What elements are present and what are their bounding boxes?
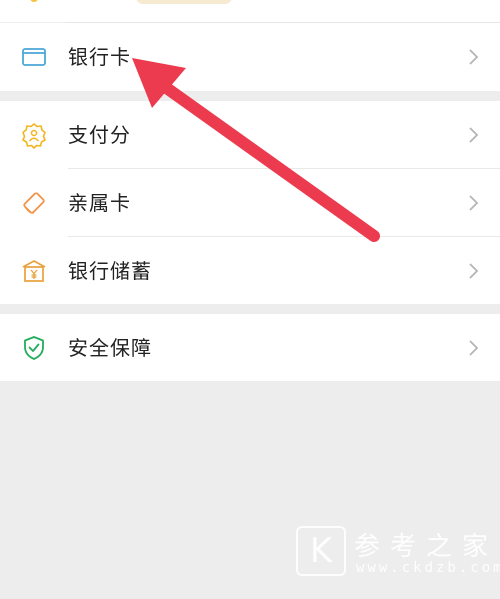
previous-row-icon (30, 0, 38, 2)
bank-card-icon (20, 43, 48, 71)
chevron-right-icon (468, 48, 480, 66)
chevron-right-icon (468, 126, 480, 144)
watermark-logo: K (296, 526, 346, 576)
shield-icon (20, 334, 48, 362)
previous-row-badge (136, 0, 232, 4)
previous-row-fragment[interactable] (0, 0, 500, 22)
chevron-right-icon (468, 262, 480, 280)
menu-item-label: 亲属卡 (68, 191, 131, 215)
watermark-url: www.ckdzb.com (356, 560, 500, 576)
chevron-right-icon (468, 339, 480, 357)
watermark: K 参考之家 www.ckdzb.com (296, 526, 500, 582)
menu-item-family-card[interactable]: 亲属卡 (0, 169, 500, 237)
menu-item-payment-score[interactable]: 支付分 (0, 101, 500, 169)
menu-item-label: 安全保障 (68, 336, 152, 360)
menu-item-bank-card[interactable]: 银行卡 (0, 23, 500, 91)
menu-item-security[interactable]: 安全保障 (0, 314, 500, 382)
bank-savings-icon (20, 257, 48, 285)
menu-group-security: 安全保障 (0, 314, 500, 381)
payment-score-icon (20, 121, 48, 149)
menu-item-bank-savings[interactable]: 银行储蓄 (0, 237, 500, 305)
menu-group-cards: 银行卡 (0, 23, 500, 91)
menu-item-label: 银行储蓄 (68, 259, 152, 283)
watermark-title: 参考之家 (354, 532, 499, 562)
chevron-right-icon (468, 194, 480, 212)
menu-item-label: 支付分 (68, 123, 131, 147)
family-card-icon (20, 189, 48, 217)
menu-group-services: 支付分 亲属卡 银行储蓄 (0, 101, 500, 304)
menu-item-label: 银行卡 (68, 45, 131, 69)
